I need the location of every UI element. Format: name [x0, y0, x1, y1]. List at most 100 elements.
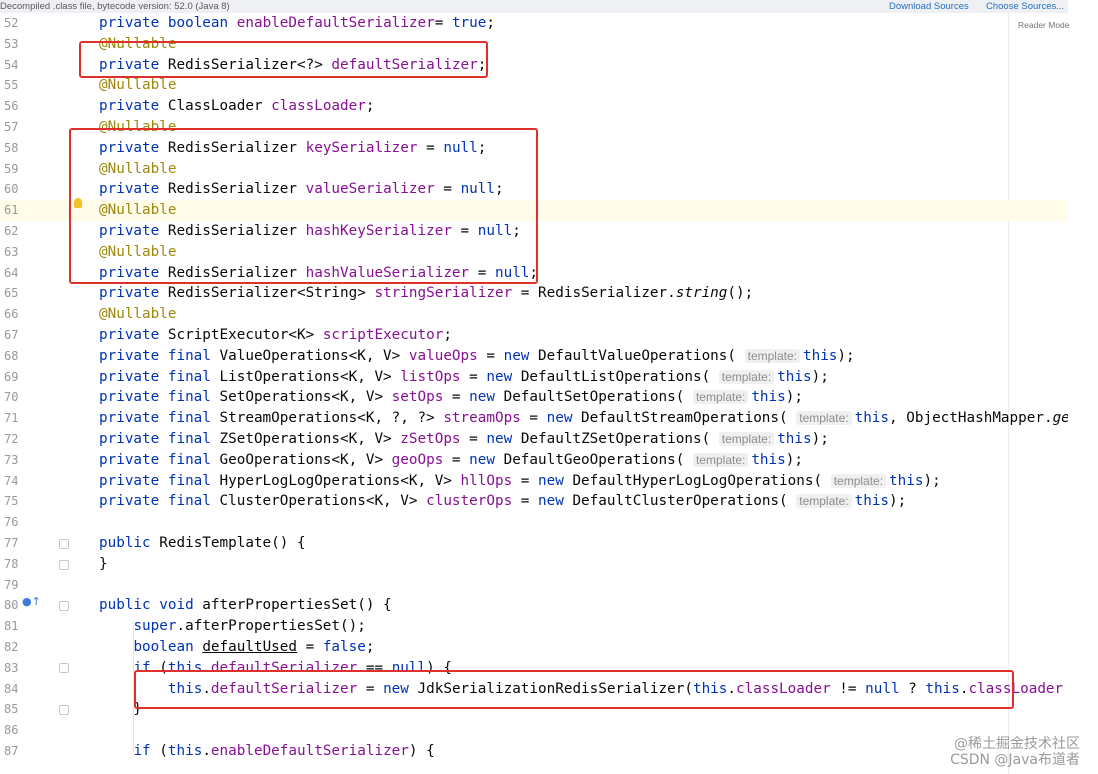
code-line[interactable]: 76 — [0, 512, 1068, 533]
code-token: = — [477, 347, 504, 364]
line-number: 75 — [4, 494, 19, 509]
code-line[interactable]: 58 private RedisSerializer keySerializer … — [0, 138, 1068, 159]
code-line[interactable]: 64 private RedisSerializer hashValueSeria… — [0, 263, 1068, 284]
line-number: 87 — [4, 744, 19, 758]
code-token: , ObjectHashMapper. — [889, 410, 1053, 427]
code-token: (); — [727, 285, 754, 302]
code-line[interactable]: 84 this.defaultSerializer = new JdkSeria… — [0, 679, 1068, 700]
code-token: this — [889, 472, 924, 489]
code-token: @Nullable — [99, 243, 177, 260]
code-token: this — [925, 680, 960, 697]
line-number: 52 — [4, 16, 19, 30]
code-line[interactable]: 56 private ClassLoader classLoader; — [0, 96, 1068, 117]
code-token: = — [451, 223, 478, 239]
code-token: RedisSerializer — [167, 223, 306, 239]
code-token: this — [167, 743, 203, 759]
code-line[interactable]: 75 private final ClusterOperations<K, V> … — [0, 491, 1068, 512]
code-token: ListOperations<K, V> — [219, 368, 401, 385]
code-token: ; — [365, 639, 375, 655]
code-line[interactable]: 54 private RedisSerializer<?> defaultSeri… — [0, 55, 1068, 76]
line-number: 65 — [4, 286, 19, 301]
code-token: ValueOperations<K, V> — [219, 347, 409, 364]
code-token: DefaultClusterOperations( — [572, 493, 797, 510]
code-token: RedisSerializer — [167, 139, 306, 156]
code-token: ClusterOperations<K, V> — [219, 493, 427, 510]
code-line[interactable]: 73 private final GeoOperations<K, V> geoO… — [0, 450, 1068, 471]
fold-toggle-icon[interactable] — [59, 601, 69, 611]
code-token: private — [99, 139, 168, 156]
code-token: @Nullable — [99, 306, 177, 323]
code-token: = — [460, 431, 487, 447]
code-line[interactable]: 80 public void afterPropertiesSet() { — [0, 595, 1068, 616]
code-token: hllOps — [460, 472, 513, 489]
code-line[interactable]: 72 private final ZSetOperations<K, V> zSe… — [0, 429, 1068, 450]
code-token: JdkSerializationRedisSerializer( — [417, 680, 693, 697]
code-line[interactable]: 81 super.afterPropertiesSet(); — [0, 616, 1068, 637]
code-line[interactable]: 83 if (this.defaultSerializer == null) { — [0, 658, 1068, 679]
code-line[interactable]: 62 private RedisSerializer hashKeySeriali… — [0, 221, 1068, 242]
code-token: defaultSerializer — [210, 659, 358, 676]
code-token: @Nullable — [99, 202, 177, 219]
code-line[interactable]: 85 } — [0, 699, 1068, 720]
reader-mode-toggle[interactable]: Reader Mode — [1018, 20, 1070, 30]
code-line[interactable]: 57 @Nullable — [0, 117, 1068, 138]
code-text: if (this.enableDefaultSerializer) { — [99, 741, 434, 762]
code-token: this — [777, 431, 812, 447]
lightbulb-icon[interactable] — [74, 198, 82, 208]
code-token: ); — [837, 347, 855, 364]
code-line[interactable]: 66 @Nullable — [0, 304, 1068, 325]
code-line[interactable]: 61 @Nullable — [0, 200, 1068, 222]
code-token: ClassLoader — [167, 98, 272, 115]
code-line[interactable]: 63 @Nullable — [0, 242, 1068, 263]
fold-toggle-icon[interactable] — [59, 663, 69, 673]
code-line[interactable]: 74 private final HyperLogLogOperations<K,… — [0, 471, 1068, 492]
code-line[interactable]: 52 private boolean enableDefaultSerialize… — [0, 13, 1068, 34]
code-line[interactable]: 86 — [0, 720, 1068, 741]
code-line[interactable]: 69 private final ListOperations<K, V> lis… — [0, 367, 1068, 388]
code-token: private final — [99, 347, 220, 364]
code-line[interactable]: 71 private final StreamOperations<K, ?, ?… — [0, 408, 1068, 429]
fold-toggle-icon[interactable] — [59, 705, 69, 715]
code-text: public void afterPropertiesSet() { — [99, 595, 392, 616]
code-line[interactable]: 79 — [0, 575, 1068, 596]
code-token: new — [469, 389, 504, 406]
download-sources-link[interactable]: Download Sources — [889, 1, 969, 12]
code-token: = — [469, 264, 495, 281]
code-line[interactable]: 59 @Nullable — [0, 159, 1068, 180]
code-line[interactable]: 77 public RedisTemplate() { — [0, 533, 1068, 554]
code-token: this — [802, 347, 838, 364]
code-editor[interactable]: 52 private boolean enableDefaultSerialize… — [0, 13, 1068, 774]
code-token: = — [512, 472, 539, 489]
code-token: private final — [99, 389, 220, 406]
code-token: . — [727, 680, 737, 697]
code-token: RedisSerializer — [167, 181, 306, 198]
code-token: setOps — [391, 389, 444, 406]
code-line[interactable]: 82 boolean defaultUsed = false; — [0, 637, 1068, 658]
code-token: ) { — [426, 659, 452, 676]
code-token: private — [99, 223, 168, 239]
code-line[interactable]: 55 @Nullable — [0, 75, 1068, 96]
code-token: ( — [159, 743, 168, 759]
override-marker-icon[interactable]: ●↑ — [22, 595, 41, 608]
code-token: stringSerializer — [374, 285, 513, 302]
parameter-hint: template: — [796, 494, 852, 509]
code-line[interactable]: 78} — [0, 554, 1068, 575]
code-token: clusterOps — [426, 493, 513, 510]
code-token: ; — [512, 223, 521, 239]
fold-toggle-icon[interactable] — [59, 539, 69, 549]
code-line[interactable]: 60 private RedisSerializer valueSerialize… — [0, 179, 1068, 200]
code-line[interactable]: 67 private ScriptExecutor<K> scriptExecut… — [0, 325, 1068, 346]
code-token: classLoader — [736, 680, 831, 697]
code-line[interactable]: 68 private final ValueOperations<K, V> va… — [0, 346, 1068, 367]
code-line[interactable]: 53 @Nullable — [0, 34, 1068, 55]
code-line[interactable]: 87 if (this.enableDefaultSerializer) { — [0, 741, 1068, 762]
line-number: 61 — [4, 203, 19, 218]
code-line[interactable]: 70 private final SetOperations<K, V> setO… — [0, 387, 1068, 408]
fold-toggle-icon[interactable] — [59, 560, 69, 570]
code-line[interactable]: 65 private RedisSerializer<String> string… — [0, 283, 1068, 304]
code-token: = — [460, 368, 487, 385]
choose-sources-link[interactable]: Choose Sources... — [986, 1, 1064, 12]
code-token: . — [202, 659, 211, 676]
line-number: 76 — [4, 515, 19, 530]
